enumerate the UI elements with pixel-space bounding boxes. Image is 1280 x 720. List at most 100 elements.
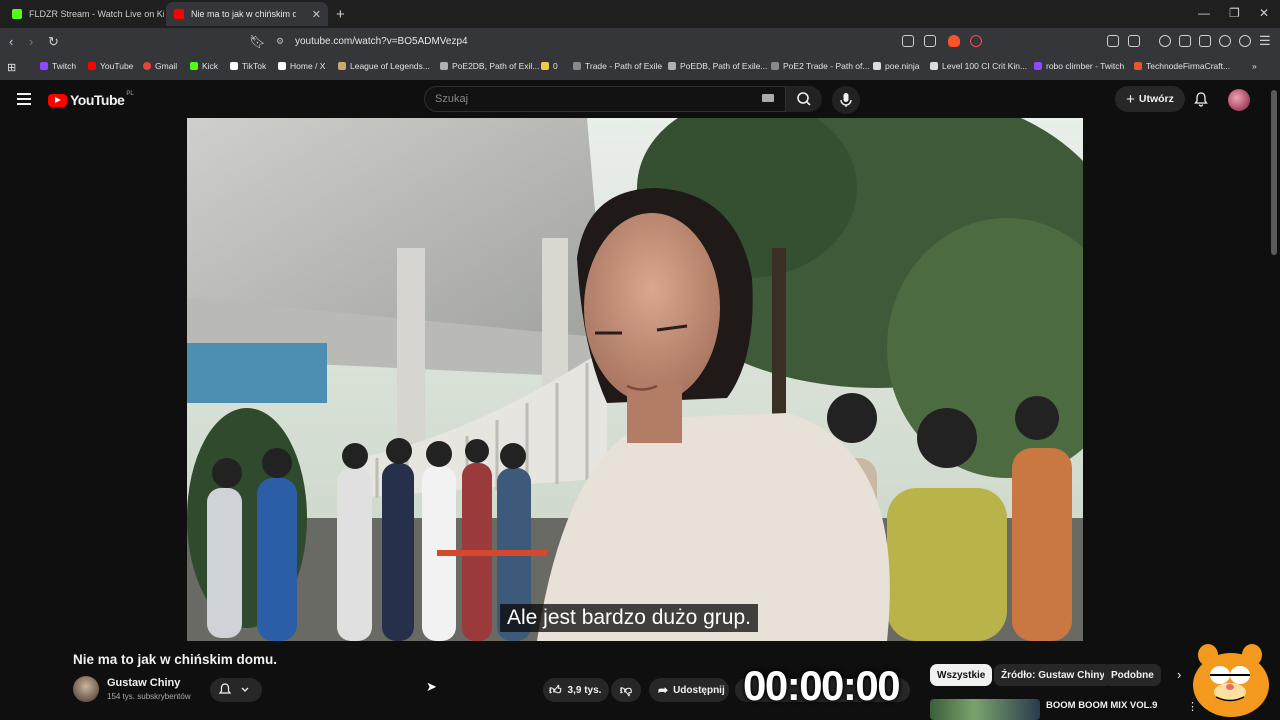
- video-subtitle: Ale jest bardzo dużo grup.: [500, 604, 758, 632]
- guide-menu-icon[interactable]: [17, 93, 31, 108]
- tab-strip: FLDZR Stream - Watch Live on Kick Nie ma…: [0, 0, 1280, 28]
- search-button[interactable]: [786, 86, 822, 112]
- tiktok-icon: [230, 62, 238, 70]
- like-button[interactable]: 👍︎ 3,9 tys.: [543, 678, 609, 702]
- wallet-icon[interactable]: [1199, 35, 1211, 47]
- forward-icon[interactable]: ›: [29, 34, 33, 49]
- leo-ai-icon[interactable]: [1219, 35, 1231, 47]
- subscriber-count: 154 tys. subskrybentów: [107, 692, 191, 701]
- keyboard-icon[interactable]: [762, 94, 774, 102]
- poe-trade-icon: [573, 62, 581, 70]
- bookmark-item[interactable]: Home / X: [278, 61, 325, 71]
- create-button[interactable]: + Utwórz: [1115, 86, 1185, 112]
- back-icon[interactable]: ‹: [9, 34, 13, 49]
- cast-icon[interactable]: [902, 35, 914, 47]
- share-page-icon[interactable]: [924, 35, 936, 47]
- bookmark-item[interactable]: Twitch: [40, 61, 76, 71]
- subscription-notifications-button[interactable]: [210, 678, 262, 702]
- twitch-icon: [1034, 62, 1042, 70]
- microphone-icon: [840, 93, 852, 107]
- extension-icon[interactable]: [1107, 35, 1119, 47]
- share-button[interactable]: ➦ Udostępnij: [649, 678, 729, 702]
- close-window-icon[interactable]: ✕: [1259, 6, 1269, 20]
- chip-related[interactable]: Podobne: [1104, 664, 1161, 686]
- channel-avatar[interactable]: [73, 676, 99, 702]
- chips-next-icon[interactable]: ›: [1177, 667, 1181, 682]
- thumbs-up-icon: 👍︎: [549, 682, 562, 697]
- apps-grid-icon[interactable]: ⊞: [7, 61, 16, 74]
- youtube-favicon-icon: [174, 9, 184, 19]
- x-icon: [278, 62, 286, 70]
- bookmark-item[interactable]: PoEDB, Path of Exile...: [668, 61, 767, 71]
- media-icon[interactable]: [1159, 35, 1171, 47]
- bookmark-item[interactable]: Kick: [190, 61, 218, 71]
- restore-icon[interactable]: ❐: [1229, 6, 1240, 20]
- bookmark-item[interactable]: PoE2DB, Path of Exil...: [440, 61, 539, 71]
- bookmark-item[interactable]: Gmail: [143, 61, 177, 71]
- video-frame-image: [187, 118, 1083, 641]
- vpn-icon[interactable]: [1239, 35, 1251, 47]
- voice-search-button[interactable]: [832, 86, 860, 114]
- poedb-icon: [440, 62, 448, 70]
- timer-overlay: 00:00:00: [743, 662, 901, 709]
- recommendation-title[interactable]: BOOM BOOM MIX VOL.9: [1046, 700, 1157, 711]
- bookmark-item[interactable]: PoE2 Trade - Path of...: [771, 61, 869, 71]
- video-player[interactable]: [187, 118, 1083, 641]
- page-scrollbar[interactable]: [1271, 90, 1277, 255]
- minimize-icon[interactable]: —: [1198, 6, 1210, 20]
- brave-rewards-icon[interactable]: [970, 35, 982, 47]
- bookmark-item[interactable]: robo climber - Twitch: [1034, 61, 1124, 71]
- bookmark-item[interactable]: Trade - Path of Exile: [573, 61, 662, 71]
- channel-name[interactable]: Gustaw Chiny: [107, 677, 180, 689]
- recommendation-thumbnail[interactable]: [930, 699, 1040, 720]
- url-text: youtube.com/watch?v=BO5ADMVezp4: [295, 36, 468, 47]
- bookmark-folder[interactable]: 0: [541, 61, 558, 71]
- bookmarks-bar: ⊞ Twitch YouTube Gmail Kick TikTok Home …: [0, 56, 1280, 81]
- more-bookmarks-icon[interactable]: »: [1252, 61, 1257, 71]
- page-icon: [930, 62, 938, 70]
- tab-youtube[interactable]: Nie ma to jak w chińskim dom ✕: [166, 2, 328, 26]
- close-tab-icon[interactable]: ✕: [312, 8, 321, 21]
- plus-icon: +: [1126, 90, 1135, 108]
- account-avatar[interactable]: [1228, 89, 1250, 111]
- notifications-bell-icon[interactable]: [1193, 91, 1209, 107]
- brave-shields-icon[interactable]: [948, 35, 960, 47]
- poedb-icon: [668, 62, 676, 70]
- youtube-logo[interactable]: YouTube PL: [48, 91, 134, 108]
- garfield-sticker-image: [1193, 644, 1269, 717]
- kick-icon: [190, 62, 198, 70]
- bookmark-item[interactable]: League of Legends...: [338, 61, 430, 71]
- poe-ninja-icon: [873, 62, 881, 70]
- youtube-icon: [88, 62, 96, 70]
- bookmark-item[interactable]: TikTok: [230, 61, 266, 71]
- bookmark-item[interactable]: TechnodeFirmaCraft...: [1134, 61, 1230, 71]
- site-info-icon[interactable]: ⚙︎: [276, 36, 284, 47]
- search-icon: [797, 92, 811, 106]
- navigation-bar: ‹ › ↻ 🔖︎ ⚙︎ youtube.com/watch?v=BO5ADMVe…: [0, 28, 1280, 56]
- bookmark-item[interactable]: YouTube: [88, 61, 133, 71]
- chip-all[interactable]: Wszystkie: [930, 664, 993, 686]
- thumbs-down-icon: 👎︎: [619, 682, 633, 697]
- screenshot-icon[interactable]: [1128, 35, 1140, 47]
- dislike-button[interactable]: 👎︎: [611, 678, 641, 702]
- google-icon: [143, 62, 151, 70]
- reload-icon[interactable]: ↻: [48, 34, 59, 50]
- sidebar-icon[interactable]: [1179, 35, 1191, 47]
- league-icon: [338, 62, 346, 70]
- bell-dropdown-icon: [218, 683, 249, 694]
- menu-icon[interactable]: ☰: [1259, 33, 1271, 49]
- tab-kick[interactable]: FLDZR Stream - Watch Live on Kick: [4, 2, 164, 26]
- bookmark-icon[interactable]: 🔖︎: [249, 34, 266, 50]
- bookmark-item[interactable]: poe.ninja: [873, 61, 920, 71]
- search-input[interactable]: [425, 87, 745, 111]
- search-box: [424, 86, 786, 112]
- video-title: Nie ma to jak w chińskim domu.: [73, 652, 278, 667]
- technode-icon: [1134, 62, 1142, 70]
- new-tab-icon[interactable]: +: [336, 6, 345, 23]
- youtube-play-icon: [48, 93, 67, 107]
- bookmark-item[interactable]: Level 100 CI Crit Kin...: [930, 61, 1027, 71]
- kick-favicon-icon: [12, 9, 22, 19]
- mouse-cursor-icon: ➤: [426, 679, 437, 694]
- browser-chrome: FLDZR Stream - Watch Live on Kick Nie ma…: [0, 0, 1280, 81]
- chip-from-channel[interactable]: Źródło: Gustaw Chiny: [994, 664, 1112, 686]
